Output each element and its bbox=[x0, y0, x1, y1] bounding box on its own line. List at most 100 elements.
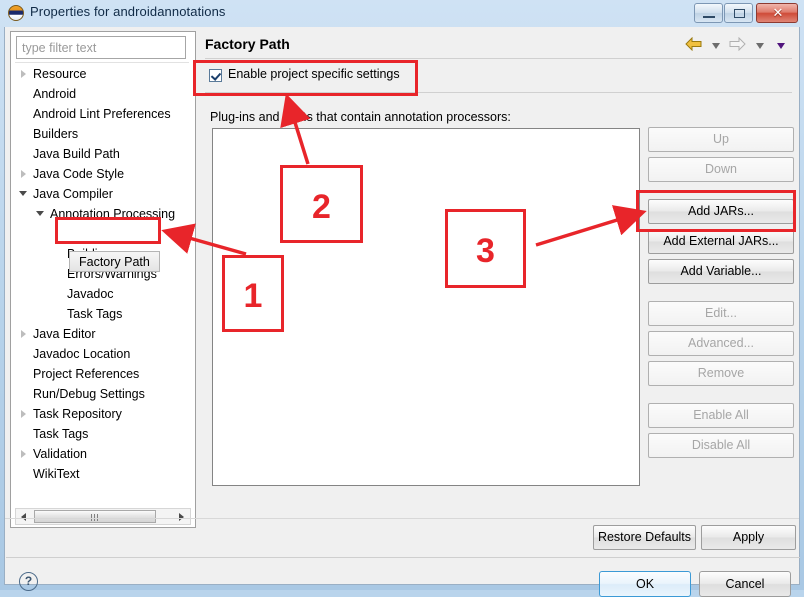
title-divider bbox=[205, 58, 792, 59]
filter-input[interactable]: type filter text bbox=[16, 36, 186, 59]
tree-item-label: Javadoc bbox=[67, 287, 114, 301]
preferences-tree[interactable]: Resource Android Android Lint Preferences B… bbox=[11, 64, 195, 504]
advanced-button: Advanced... bbox=[648, 331, 794, 356]
enable-project-specific-settings-checkbox[interactable] bbox=[209, 69, 222, 82]
add-external-jars-button[interactable]: Add External JARs... bbox=[648, 229, 794, 254]
tree-item[interactable]: Java Editor bbox=[11, 324, 195, 344]
tree-collapse-icon[interactable] bbox=[17, 184, 30, 204]
annotation-number-1: 1 bbox=[222, 255, 284, 332]
button-group-gap bbox=[648, 289, 794, 301]
footer-divider bbox=[6, 557, 800, 558]
tree-item[interactable]: Resource bbox=[11, 64, 195, 84]
apply-button[interactable]: Apply bbox=[701, 525, 796, 550]
add-variable-button[interactable]: Add Variable... bbox=[648, 259, 794, 284]
title-bar: Properties for androidannotations ✕ bbox=[0, 0, 804, 27]
tree-expand-icon[interactable] bbox=[17, 64, 30, 84]
tree-item-label: Validation bbox=[33, 447, 87, 461]
enable-project-specific-settings-label: Enable project specific settings bbox=[228, 67, 400, 81]
window-title: Properties for androidannotations bbox=[30, 4, 226, 19]
tree-item-label: WikiText bbox=[33, 467, 80, 481]
tree-item[interactable]: Run/Debug Settings bbox=[11, 384, 195, 404]
tree-item-label: Java Editor bbox=[33, 327, 96, 341]
back-dropdown-icon[interactable] bbox=[711, 42, 720, 49]
processors-list-label: Plug-ins and JARs that contain annotatio… bbox=[210, 110, 511, 124]
back-arrow-icon[interactable] bbox=[685, 36, 702, 54]
tree-item-label: Android bbox=[33, 87, 77, 101]
tree-item-label: Run/Debug Settings bbox=[33, 387, 145, 401]
annotation-number-2: 2 bbox=[280, 165, 363, 243]
close-icon: ✕ bbox=[772, 5, 784, 20]
close-button[interactable]: ✕ bbox=[756, 3, 798, 23]
navigation-controls bbox=[684, 36, 790, 57]
maximize-button[interactable] bbox=[724, 3, 753, 23]
button-group-gap bbox=[648, 187, 794, 199]
page-content: Factory Path Enable project specific set… bbox=[201, 31, 796, 546]
edit-button: Edit... bbox=[648, 301, 794, 326]
tree-item[interactable]: Task Tags bbox=[11, 304, 195, 324]
scroll-right-icon[interactable] bbox=[174, 509, 190, 524]
view-menu-icon[interactable] bbox=[777, 42, 785, 49]
tree-item[interactable]: Project References bbox=[11, 364, 195, 384]
tree-item-label: Task Tags bbox=[67, 307, 123, 321]
disable-all-button: Disable All bbox=[648, 433, 794, 458]
enable-all-button: Enable All bbox=[648, 403, 794, 428]
tree-item[interactable]: Java Build Path bbox=[11, 144, 195, 164]
tree-item[interactable]: Javadoc Location bbox=[11, 344, 195, 364]
eclipse-icon bbox=[8, 5, 24, 21]
bottom-divider bbox=[5, 518, 799, 519]
tree-item[interactable]: Annotation Processing bbox=[11, 204, 195, 224]
tree-item[interactable]: WikiText bbox=[11, 464, 195, 484]
tree-item-label: Android Lint Preferences bbox=[33, 107, 171, 121]
ok-button[interactable]: OK bbox=[599, 571, 691, 597]
tree-item[interactable]: Android bbox=[11, 84, 195, 104]
forward-arrow-icon[interactable] bbox=[729, 36, 746, 54]
tree-item-label: Task Repository bbox=[33, 407, 122, 421]
dialog-client-area: type filter text Resource Android Android … bbox=[4, 27, 800, 597]
tree-item-label: Java Compiler bbox=[33, 187, 113, 201]
tree-item[interactable]: Task Tags bbox=[11, 424, 195, 444]
filter-placeholder: type filter text bbox=[22, 41, 97, 55]
checkbox-divider bbox=[205, 92, 792, 93]
factory-path-tree-item[interactable]: Factory Path bbox=[69, 251, 160, 272]
tree-expand-icon[interactable] bbox=[17, 404, 30, 424]
minimize-icon bbox=[703, 16, 715, 18]
restore-defaults-button[interactable]: Restore Defaults bbox=[593, 525, 696, 550]
tree-item-label: Project References bbox=[33, 367, 140, 381]
forward-dropdown-icon[interactable] bbox=[755, 42, 764, 49]
tree-item-label: Java Build Path bbox=[33, 147, 120, 161]
tree-item[interactable]: Builders bbox=[11, 124, 195, 144]
scrollbar-thumb[interactable] bbox=[34, 510, 156, 523]
up-button: Up bbox=[648, 127, 794, 152]
page-title: Factory Path bbox=[205, 36, 290, 52]
tree-item[interactable]: Javadoc bbox=[11, 284, 195, 304]
add-jars-button[interactable]: Add JARs... bbox=[648, 199, 794, 224]
preferences-tree-panel: type filter text Resource Android Android … bbox=[10, 31, 196, 528]
dialog-window: Properties for androidannotations ✕ type… bbox=[0, 0, 804, 597]
tree-item-label: Java Code Style bbox=[33, 167, 125, 181]
tree-item[interactable]: Java Code Style bbox=[11, 164, 195, 184]
tree-item-label: Builders bbox=[33, 127, 79, 141]
tree-item[interactable]: Validation bbox=[11, 444, 195, 464]
tree-horizontal-scrollbar[interactable] bbox=[15, 508, 191, 525]
tree-divider bbox=[15, 62, 189, 63]
tree-expand-icon[interactable] bbox=[17, 324, 30, 344]
tree-item[interactable] bbox=[11, 224, 195, 244]
tree-item[interactable]: Android Lint Preferences bbox=[11, 104, 195, 124]
tree-item-label: Resource bbox=[33, 67, 87, 81]
remove-button: Remove bbox=[648, 361, 794, 386]
side-button-column: Up Down Add JARs... Add External JARs... Add… bbox=[648, 127, 794, 463]
help-icon[interactable]: ? bbox=[19, 572, 38, 591]
maximize-icon bbox=[734, 9, 745, 18]
tree-expand-icon[interactable] bbox=[17, 444, 30, 464]
scroll-left-icon[interactable] bbox=[16, 509, 32, 524]
tree-collapse-icon[interactable] bbox=[34, 204, 47, 224]
cancel-button[interactable]: Cancel bbox=[699, 571, 791, 597]
tree-item[interactable]: Java Compiler bbox=[11, 184, 195, 204]
tree-item-label: Task Tags bbox=[33, 427, 89, 441]
tree-expand-icon[interactable] bbox=[17, 164, 30, 184]
button-group-gap bbox=[648, 391, 794, 403]
down-button: Down bbox=[648, 157, 794, 182]
minimize-button[interactable] bbox=[694, 3, 723, 23]
tree-item[interactable]: Task Repository bbox=[11, 404, 195, 424]
tree-item-label: Annotation Processing bbox=[50, 207, 176, 221]
